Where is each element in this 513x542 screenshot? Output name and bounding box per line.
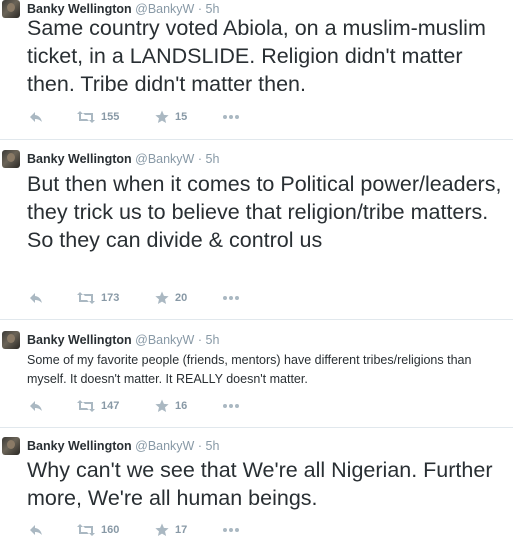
star-icon	[155, 523, 169, 536]
tweet-header: Banky Wellington @BankyW · 5h	[27, 150, 219, 168]
timestamp[interactable]: 5h	[206, 152, 220, 166]
star-icon	[155, 399, 169, 412]
author-name[interactable]: Banky Wellington	[27, 152, 132, 166]
timestamp[interactable]: 5h	[206, 439, 220, 453]
more-icon	[223, 296, 239, 300]
author-name[interactable]: Banky Wellington	[27, 439, 132, 453]
retweet-button[interactable]: 155	[77, 107, 119, 127]
author-handle[interactable]: @BankyW	[135, 333, 194, 347]
retweet-icon	[77, 111, 95, 123]
tweet-header: Banky Wellington @BankyW · 5h	[27, 331, 219, 349]
tweet-text: Same country voted Abiola, on a muslim-m…	[27, 16, 492, 96]
author-handle[interactable]: @BankyW	[135, 439, 194, 453]
retweet-icon	[77, 400, 95, 412]
tweet-header: Banky Wellington @BankyW · 5h	[27, 437, 219, 455]
retweet-count: 155	[101, 111, 120, 123]
retweet-count: 160	[101, 524, 120, 536]
favorite-count: 20	[175, 292, 188, 304]
favorite-count: 15	[175, 111, 188, 123]
more-icon	[223, 404, 239, 408]
favorite-button[interactable]: 17	[155, 520, 187, 540]
favorite-button[interactable]: 16	[155, 396, 187, 416]
tweet-actions: 173 20	[27, 288, 267, 308]
tweet-feed: Banky Wellington @BankyW · 5h Same count…	[0, 0, 513, 542]
reply-button[interactable]	[29, 520, 43, 540]
reply-button[interactable]	[29, 288, 43, 308]
tweet[interactable]: Banky Wellington @BankyW · 5h Some of my…	[0, 331, 513, 428]
favorite-count: 17	[175, 524, 188, 536]
retweet-button[interactable]: 147	[77, 396, 119, 416]
retweet-icon	[77, 524, 95, 536]
more-button[interactable]	[223, 520, 239, 540]
tweet[interactable]: Banky Wellington @BankyW · 5h But then w…	[0, 150, 513, 320]
avatar[interactable]	[2, 331, 20, 349]
tweet-actions: 160 17	[27, 520, 267, 540]
reply-icon	[30, 293, 42, 303]
retweet-count: 173	[101, 292, 120, 304]
reply-button[interactable]	[29, 396, 43, 416]
tweet-text: But then when it comes to Political powe…	[27, 172, 508, 252]
author-handle[interactable]: @BankyW	[135, 152, 194, 166]
tweet-text: Why can't we see that We're all Nigerian…	[27, 458, 499, 510]
favorite-button[interactable]: 15	[155, 107, 187, 127]
avatar[interactable]	[2, 437, 20, 455]
favorite-button[interactable]: 20	[155, 288, 187, 308]
more-icon	[223, 115, 239, 119]
more-button[interactable]	[223, 288, 239, 308]
retweet-button[interactable]: 160	[77, 520, 119, 540]
avatar[interactable]	[2, 150, 20, 168]
reply-button[interactable]	[29, 107, 43, 127]
separator: ·	[197, 439, 203, 453]
retweet-count: 147	[101, 400, 120, 412]
tweet[interactable]: Banky Wellington @BankyW · 5h Why can't …	[0, 437, 513, 542]
tweet[interactable]: Banky Wellington @BankyW · 5h Same count…	[0, 0, 513, 140]
more-button[interactable]	[223, 396, 239, 416]
retweet-icon	[77, 292, 95, 304]
avatar[interactable]	[2, 0, 20, 18]
more-button[interactable]	[223, 107, 239, 127]
timestamp[interactable]: 5h	[206, 333, 220, 347]
reply-icon	[30, 525, 42, 535]
retweet-button[interactable]: 173	[77, 288, 119, 308]
more-icon	[223, 528, 239, 532]
tweet-actions: 155 15	[27, 107, 267, 127]
reply-icon	[30, 401, 42, 411]
star-icon	[155, 110, 169, 123]
separator: ·	[197, 333, 203, 347]
author-name[interactable]: Banky Wellington	[27, 333, 132, 347]
tweet-actions: 147 16	[27, 396, 267, 416]
tweet-text: Some of my favorite people (friends, men…	[27, 353, 475, 386]
separator: ·	[197, 152, 203, 166]
reply-icon	[30, 112, 42, 122]
favorite-count: 16	[175, 400, 188, 412]
star-icon	[155, 291, 169, 304]
